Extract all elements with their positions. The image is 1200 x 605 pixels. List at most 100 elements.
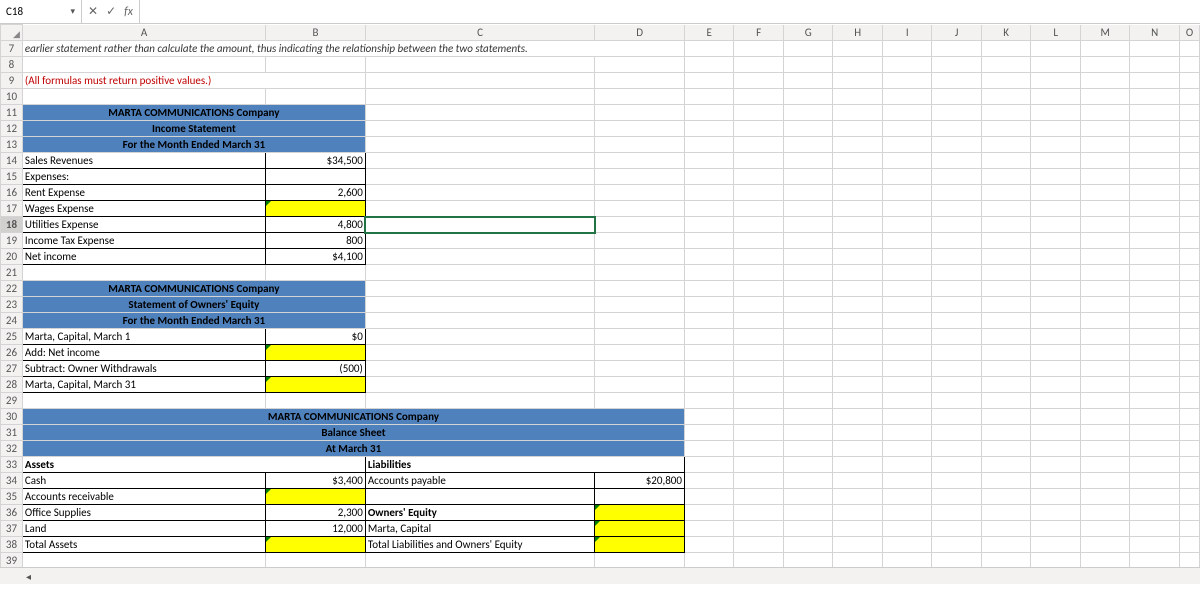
row-header-25[interactable]: 25 bbox=[1, 329, 23, 345]
row-header-33[interactable]: 33 bbox=[1, 457, 23, 473]
row-header-20[interactable]: 20 bbox=[1, 249, 23, 265]
fx-icon[interactable]: fx bbox=[124, 5, 133, 19]
row-header-31[interactable]: 31 bbox=[1, 425, 23, 441]
col-header-M[interactable]: M bbox=[1080, 25, 1130, 41]
row-header-12[interactable]: 12 bbox=[1, 121, 23, 137]
row-header-18[interactable]: 18 bbox=[1, 217, 23, 233]
row-header-11[interactable]: 11 bbox=[1, 105, 23, 121]
cell-A18[interactable]: Utilities Expense bbox=[22, 217, 265, 233]
row-header-36[interactable]: 36 bbox=[1, 505, 23, 521]
cell-A33[interactable]: Assets bbox=[22, 457, 365, 473]
col-header-E[interactable]: E bbox=[684, 25, 734, 41]
cancel-icon[interactable]: ✕ bbox=[88, 4, 98, 19]
cell-A27[interactable]: Subtract: Owner Withdrawals bbox=[22, 361, 265, 377]
cell-B37[interactable]: 12,000 bbox=[266, 521, 366, 537]
cell-B20[interactable]: $4,100 bbox=[266, 249, 366, 265]
chevron-down-icon[interactable]: ▾ bbox=[70, 6, 75, 17]
cell-B34[interactable]: $3,400 bbox=[266, 473, 366, 489]
row-header-26[interactable]: 26 bbox=[1, 345, 23, 361]
cell-A22[interactable]: MARTA COMMUNICATIONS Company bbox=[22, 281, 365, 297]
row-header-22[interactable]: 22 bbox=[1, 281, 23, 297]
confirm-icon[interactable]: ✓ bbox=[106, 4, 116, 19]
row-header-28[interactable]: 28 bbox=[1, 377, 23, 393]
cell-B18[interactable]: 4,800 bbox=[266, 217, 366, 233]
cell-C37[interactable]: Marta, Capital bbox=[365, 521, 594, 537]
row-header-38[interactable]: 38 bbox=[1, 537, 23, 553]
cell-A34[interactable]: Cash bbox=[22, 473, 265, 489]
cell-A35[interactable]: Accounts receivable bbox=[22, 489, 265, 505]
row-header-7[interactable]: 7 bbox=[1, 41, 23, 57]
col-header-C[interactable]: C bbox=[365, 25, 594, 41]
row-header-34[interactable]: 34 bbox=[1, 473, 23, 489]
row-header-14[interactable]: 14 bbox=[1, 153, 23, 169]
cell-B16[interactable]: 2,600 bbox=[266, 185, 366, 201]
col-header-I[interactable]: I bbox=[882, 25, 931, 41]
cell-B38[interactable] bbox=[266, 537, 366, 553]
cell-B19[interactable]: 800 bbox=[266, 233, 366, 249]
cell-D37[interactable] bbox=[595, 521, 685, 537]
cell-A26[interactable]: Add: Net income bbox=[22, 345, 265, 361]
col-header-K[interactable]: K bbox=[981, 25, 1031, 41]
cell-A9[interactable]: (All formulas must return positive value… bbox=[22, 73, 365, 89]
cell-A7[interactable]: earlier statement rather than calculate … bbox=[22, 41, 684, 57]
cell-B17[interactable] bbox=[266, 201, 366, 217]
cell-B14[interactable]: $34,500 bbox=[266, 153, 366, 169]
row-header-16[interactable]: 16 bbox=[1, 185, 23, 201]
col-header-G[interactable]: G bbox=[783, 25, 833, 41]
select-all-corner[interactable]: ◢ bbox=[1, 25, 23, 41]
cell-B28[interactable] bbox=[266, 377, 366, 393]
row-header-15[interactable]: 15 bbox=[1, 169, 23, 185]
cell-A31[interactable]: Balance Sheet bbox=[22, 425, 684, 441]
cell-C36[interactable]: Owners' Equity bbox=[365, 505, 594, 521]
cell-A24[interactable]: For the Month Ended March 31 bbox=[22, 313, 365, 329]
cell-B26[interactable] bbox=[266, 345, 366, 361]
cell-A19[interactable]: Income Tax Expense bbox=[22, 233, 265, 249]
row-header-13[interactable]: 13 bbox=[1, 137, 23, 153]
row-header-27[interactable]: 27 bbox=[1, 361, 23, 377]
cell-A37[interactable]: Land bbox=[22, 521, 265, 537]
cell-A20[interactable]: Net income bbox=[22, 249, 265, 265]
col-header-L[interactable]: L bbox=[1031, 25, 1080, 41]
cell-B35[interactable] bbox=[266, 489, 366, 505]
cell-A17[interactable]: Wages Expense bbox=[22, 201, 265, 217]
name-box[interactable]: C18 ▾ bbox=[0, 0, 82, 23]
col-header-H[interactable]: H bbox=[833, 25, 883, 41]
cell-B36[interactable]: 2,300 bbox=[266, 505, 366, 521]
cell-B25[interactable]: $0 bbox=[266, 329, 366, 345]
row-header-29[interactable]: 29 bbox=[1, 393, 23, 409]
row-header-8[interactable]: 8 bbox=[1, 57, 23, 73]
row-header-21[interactable]: 21 bbox=[1, 265, 23, 281]
cell-A25[interactable]: Marta, Capital, March 1 bbox=[22, 329, 265, 345]
cell-C18[interactable] bbox=[365, 217, 594, 233]
scroll-left-icon[interactable]: ◂ bbox=[22, 570, 35, 583]
cell-C33[interactable]: Liabilities bbox=[365, 457, 684, 473]
cell-A11[interactable]: MARTA COMMUNICATIONS Company bbox=[22, 105, 365, 121]
cell-A30[interactable]: MARTA COMMUNICATIONS Company bbox=[22, 409, 684, 425]
row-header-32[interactable]: 32 bbox=[1, 441, 23, 457]
cell-A12[interactable]: Income Statement bbox=[22, 121, 365, 137]
col-header-O[interactable]: O bbox=[1179, 25, 1199, 41]
cell-A14[interactable]: Sales Revenues bbox=[22, 153, 265, 169]
cell-A16[interactable]: Rent Expense bbox=[22, 185, 265, 201]
cell-A28[interactable]: Marta, Capital, March 31 bbox=[22, 377, 265, 393]
cell-B27[interactable]: (500) bbox=[266, 361, 366, 377]
col-header-N[interactable]: N bbox=[1130, 25, 1180, 41]
cell-A36[interactable]: Office Supplies bbox=[22, 505, 265, 521]
col-header-B[interactable]: B bbox=[266, 25, 366, 41]
cell-A23[interactable]: Statement of Owners' Equity bbox=[22, 297, 365, 313]
cell-D34[interactable]: $20,800 bbox=[595, 473, 685, 489]
cell-A32[interactable]: At March 31 bbox=[22, 441, 684, 457]
cell-A15[interactable]: Expenses: bbox=[22, 169, 265, 185]
col-header-A[interactable]: A bbox=[22, 25, 265, 41]
cell-D38[interactable] bbox=[595, 537, 685, 553]
cell-A13[interactable]: For the Month Ended March 31 bbox=[22, 137, 365, 153]
row-header-17[interactable]: 17 bbox=[1, 201, 23, 217]
cell-C34[interactable]: Accounts payable bbox=[365, 473, 594, 489]
col-header-F[interactable]: F bbox=[734, 25, 784, 41]
row-header-24[interactable]: 24 bbox=[1, 313, 23, 329]
row-header-30[interactable]: 30 bbox=[1, 409, 23, 425]
col-header-J[interactable]: J bbox=[932, 25, 981, 41]
cell-D36[interactable] bbox=[595, 505, 685, 521]
cell-C38[interactable]: Total Liabilities and Owners' Equity bbox=[365, 537, 594, 553]
cell-A38[interactable]: Total Assets bbox=[22, 537, 265, 553]
